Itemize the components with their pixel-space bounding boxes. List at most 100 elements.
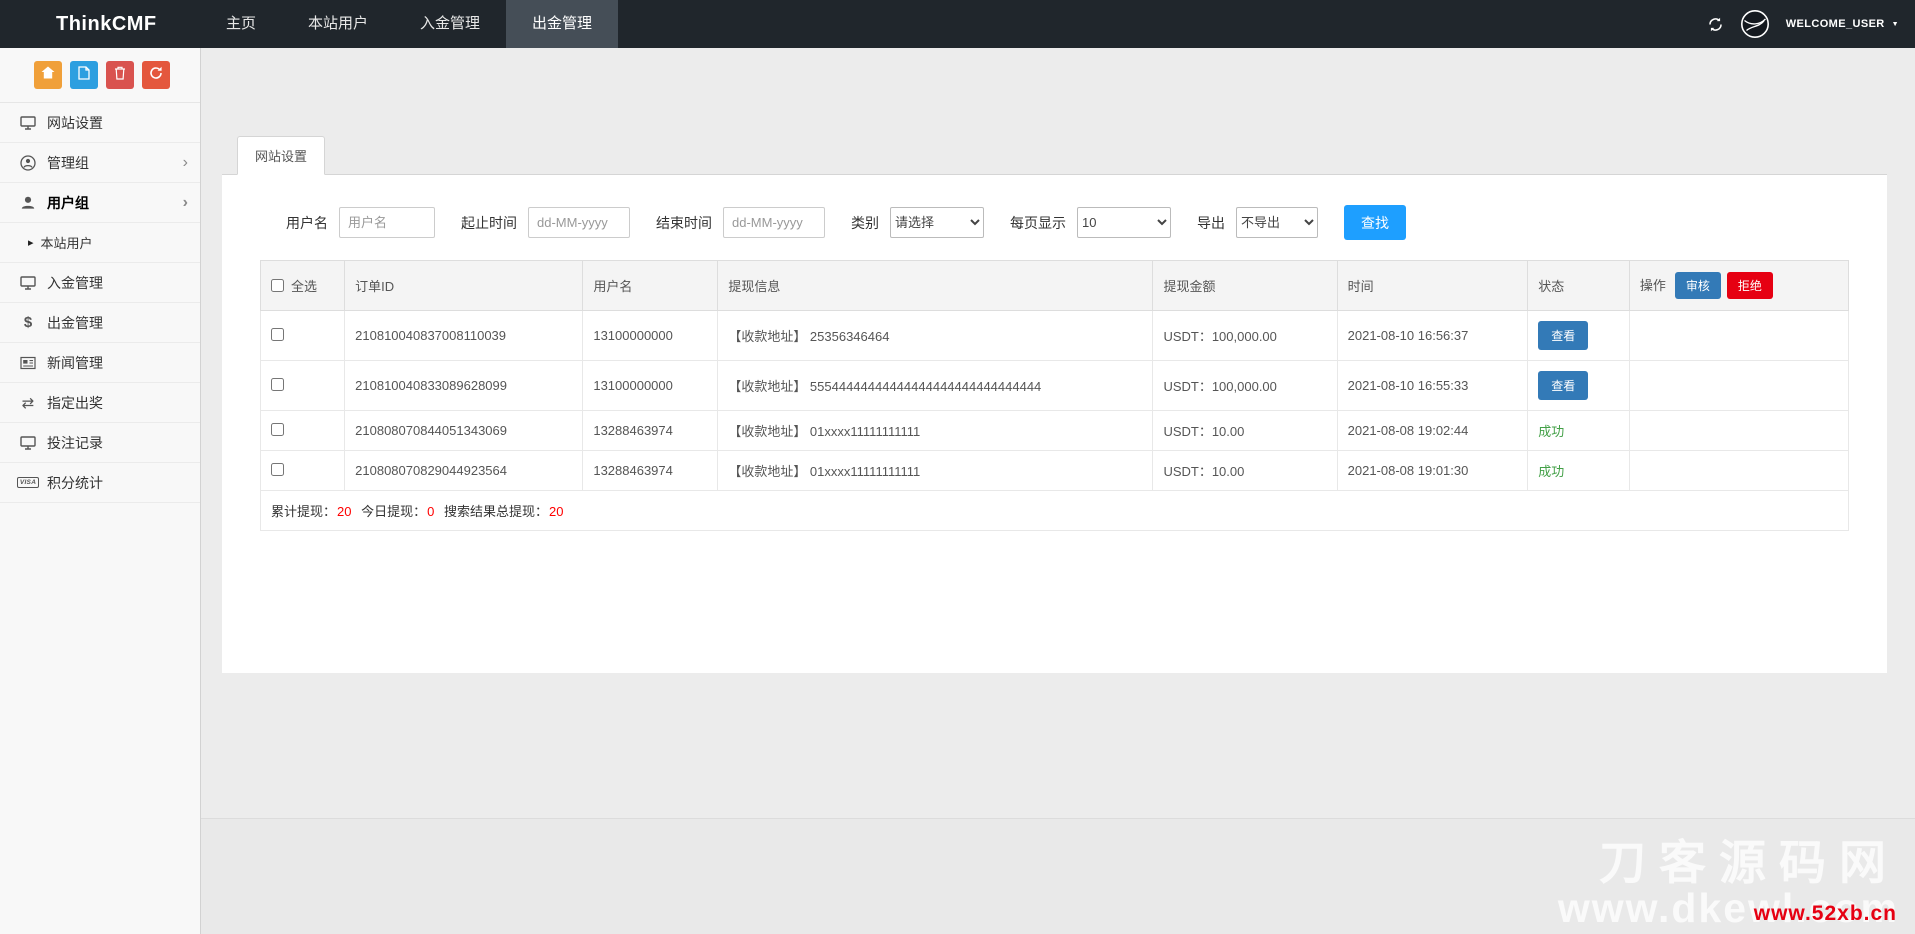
- username-cell: 13100000000: [583, 311, 718, 361]
- sidebar-item-admin-group[interactable]: 管理组 ›: [0, 143, 200, 183]
- table-header-row: 全选 订单ID 用户名 提现信息 提现金额 时间 状态 操作审核拒绝: [261, 261, 1849, 311]
- amount-cell: USDT：10.00: [1153, 411, 1337, 451]
- watermark: 刀客源码网 www.dkewl.com www.52xb.cn: [1558, 838, 1899, 930]
- actions-cell: [1629, 411, 1848, 451]
- sidebar-item-user-group[interactable]: 用户组 ›: [0, 183, 200, 223]
- amount-cell: USDT：10.00: [1153, 451, 1337, 491]
- export-select[interactable]: 不导出: [1236, 207, 1318, 238]
- table-row: 210808070829044923564 13288463974 【收款地址】…: [261, 451, 1849, 491]
- withdraw-table: 全选 订单ID 用户名 提现信息 提现金额 时间 状态 操作审核拒绝: [260, 260, 1849, 531]
- order-id-cell: 210808070844051343069: [345, 411, 583, 451]
- sidebar-item-label: 用户组: [47, 193, 89, 213]
- summary-search-value: 20: [549, 504, 563, 519]
- user-menu[interactable]: WELCOME_USER ▼: [1786, 18, 1899, 30]
- sidebar: 网站设置 管理组 › 用户组 › ▸ 本站用户 入金管理 $ 出金管理 新闻管理: [0, 48, 201, 934]
- status-cell: 查看: [1528, 311, 1630, 361]
- nav-item-home[interactable]: 主页: [200, 0, 282, 48]
- sidebar-item-points-stats[interactable]: VISA 积分统计: [0, 463, 200, 503]
- user-circle-icon: [18, 155, 38, 171]
- status-cell: 成功: [1528, 411, 1630, 451]
- actions-cell: [1629, 451, 1848, 491]
- clear-cache-button[interactable]: [70, 61, 98, 89]
- dollar-icon: $: [18, 314, 38, 331]
- nav-item-deposit[interactable]: 入金管理: [394, 0, 506, 48]
- chevron-right-icon: ›: [183, 195, 188, 211]
- home-button[interactable]: [34, 61, 62, 89]
- checkbox-cell: [261, 311, 345, 361]
- watermark-title: 刀客源码网: [1558, 838, 1899, 887]
- refresh-icon[interactable]: [1707, 16, 1724, 33]
- nav-item-withdraw[interactable]: 出金管理: [506, 0, 618, 48]
- select-all-label: 全选: [291, 276, 317, 295]
- sidebar-item-withdraw[interactable]: $ 出金管理: [0, 303, 200, 343]
- withdraw-info-cell: 【收款地址】 01xxxx11111111111: [718, 411, 1153, 451]
- time-cell: 2021-08-10 16:55:33: [1337, 361, 1528, 411]
- row-checkbox[interactable]: [271, 328, 284, 341]
- withdraw-info-cell: 【收款地址】 01xxxx11111111111: [718, 451, 1153, 491]
- trash-button[interactable]: [106, 61, 134, 89]
- status-success-text: 成功: [1538, 424, 1564, 439]
- amount-cell: USDT：100,000.00: [1153, 311, 1337, 361]
- time-cell: 2021-08-08 19:01:30: [1337, 451, 1528, 491]
- approve-button[interactable]: 审核: [1675, 272, 1721, 299]
- sidebar-item-bet-records[interactable]: 投注记录: [0, 423, 200, 463]
- page-size-label: 每页显示: [1010, 213, 1066, 233]
- reject-button[interactable]: 拒绝: [1727, 272, 1773, 299]
- tab-site-settings[interactable]: 网站设置: [237, 136, 325, 175]
- status-cell: 成功: [1528, 451, 1630, 491]
- page-size-select[interactable]: 10: [1077, 207, 1171, 238]
- row-checkbox[interactable]: [271, 423, 284, 436]
- amount-cell: USDT：100,000.00: [1153, 361, 1337, 411]
- export-label: 导出: [1197, 213, 1225, 233]
- monitor-icon: [18, 276, 38, 290]
- username-input[interactable]: [339, 207, 435, 238]
- end-date-input[interactable]: [723, 207, 825, 238]
- visa-card-icon: VISA: [18, 477, 38, 488]
- home-icon: [41, 66, 55, 84]
- select-all-checkbox[interactable]: [271, 279, 284, 292]
- order-id-header: 订单ID: [345, 261, 583, 311]
- sidebar-menu: 网站设置 管理组 › 用户组 › ▸ 本站用户 入金管理 $ 出金管理 新闻管理: [0, 102, 200, 503]
- row-checkbox[interactable]: [271, 463, 284, 476]
- file-icon: [78, 66, 90, 85]
- refresh-cache-button[interactable]: [142, 61, 170, 89]
- view-button[interactable]: 查看: [1538, 321, 1588, 350]
- time-cell: 2021-08-08 19:02:44: [1337, 411, 1528, 451]
- exchange-arrows-icon: ⇄: [18, 394, 38, 412]
- username-filter: 用户名: [286, 207, 435, 238]
- welcome-text: WELCOME_USER: [1786, 18, 1885, 30]
- select-all-header: 全选: [261, 261, 345, 311]
- withdraw-info-cell: 【收款地址】 25356346464: [718, 311, 1153, 361]
- category-select[interactable]: 请选择: [890, 207, 984, 238]
- order-id-cell: 210808070829044923564: [345, 451, 583, 491]
- quick-actions: [0, 48, 200, 102]
- start-time-label: 起止时间: [461, 213, 517, 233]
- brand-logo[interactable]: ThinkCMF: [0, 0, 200, 48]
- avatar[interactable]: [1740, 9, 1770, 39]
- sidebar-item-label: 网站设置: [47, 113, 103, 133]
- search-button[interactable]: 查找: [1344, 205, 1406, 240]
- order-id-cell: 210810040837008110039: [345, 311, 583, 361]
- username-header: 用户名: [583, 261, 718, 311]
- nav-item-site-users[interactable]: 本站用户: [282, 0, 394, 48]
- sidebar-item-label: 管理组: [47, 153, 89, 173]
- main-nav: 主页 本站用户 入金管理 出金管理: [200, 0, 618, 48]
- username-label: 用户名: [286, 213, 328, 233]
- sidebar-item-label: 新闻管理: [47, 353, 103, 373]
- row-checkbox[interactable]: [271, 378, 284, 391]
- monitor-icon: [18, 436, 38, 450]
- sidebar-item-deposit[interactable]: 入金管理: [0, 263, 200, 303]
- view-button[interactable]: 查看: [1538, 371, 1588, 400]
- chevron-down-icon: ▼: [1892, 21, 1899, 28]
- main-content: 网站设置 用户名 起止时间 结束时间 类别 请选择 每页显示 10: [201, 136, 1915, 673]
- sidebar-item-assign-prize[interactable]: ⇄ 指定出奖: [0, 383, 200, 423]
- newspaper-icon: [18, 356, 38, 370]
- sidebar-item-news[interactable]: 新闻管理: [0, 343, 200, 383]
- sidebar-item-site-users[interactable]: ▸ 本站用户: [0, 223, 200, 263]
- sidebar-item-site-settings[interactable]: 网站设置: [0, 103, 200, 143]
- start-date-input[interactable]: [528, 207, 630, 238]
- username-cell: 13288463974: [583, 411, 718, 451]
- username-cell: 13100000000: [583, 361, 718, 411]
- order-id-cell: 210810040833089628099: [345, 361, 583, 411]
- time-header: 时间: [1337, 261, 1528, 311]
